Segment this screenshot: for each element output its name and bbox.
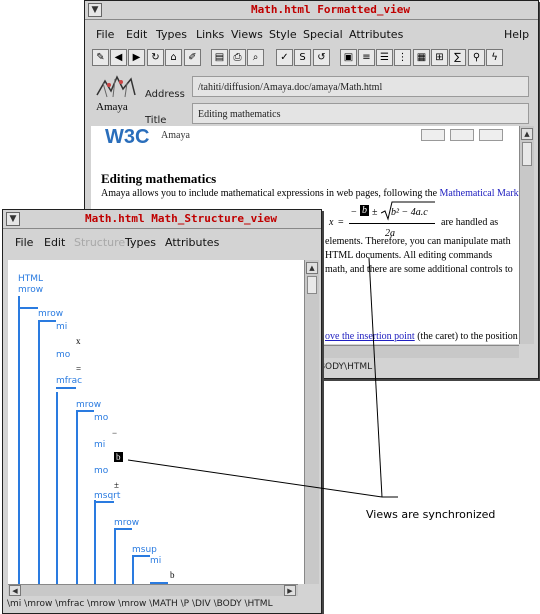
sync-arrows (127, 257, 398, 498)
annotation-label: Views are synchronized (366, 508, 496, 521)
